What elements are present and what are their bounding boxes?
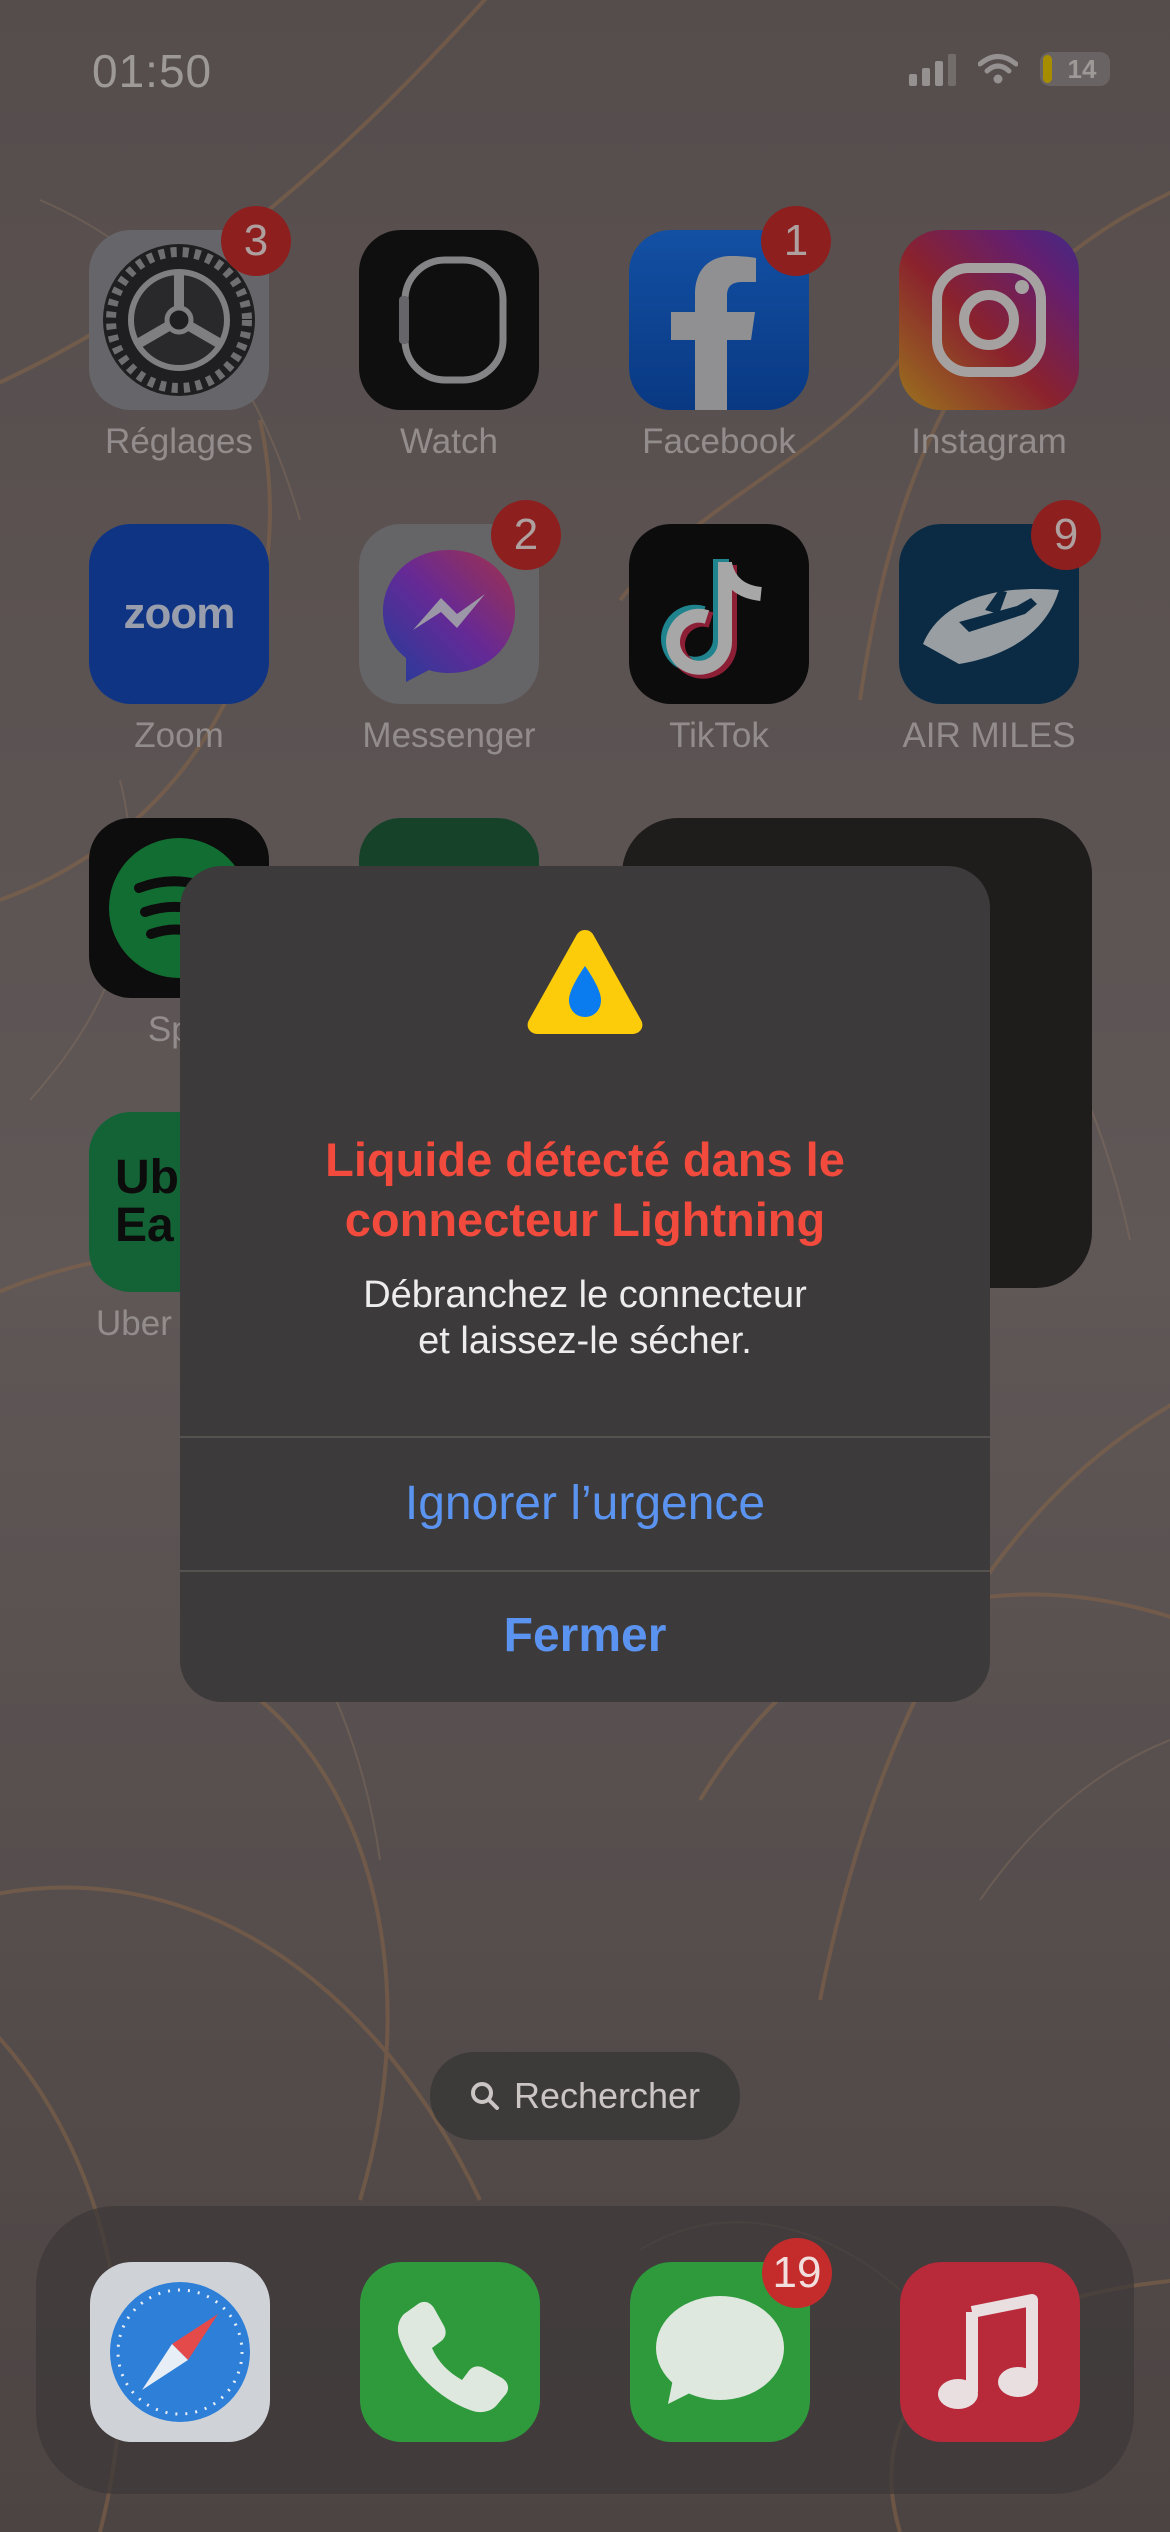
dock-music[interactable] <box>900 2262 1080 2442</box>
alert-message-line: Débranchez le connecteur <box>363 1274 807 1316</box>
close-button[interactable]: Fermer <box>180 1570 990 1702</box>
alert-title-line: connecteur Lightning <box>344 1193 826 1246</box>
alert-message: Débranchez le connecteur et laissez-le s… <box>180 1272 990 1364</box>
alert-title-line: Liquide détecté dans le <box>325 1133 845 1186</box>
dock: 19 <box>36 2206 1134 2494</box>
safari-icon <box>110 2282 250 2422</box>
search-label: Rechercher <box>513 2075 701 2116</box>
search-icon <box>470 2082 499 2110</box>
emergency-override-button[interactable]: Ignorer l’urgence <box>180 1438 990 1570</box>
dock-messages[interactable]: 19 <box>630 2238 832 2442</box>
alert-message-line: et laissez-le sécher. <box>418 1320 752 1362</box>
search-button[interactable]: Rechercher <box>430 2052 740 2140</box>
music-icon <box>938 2294 1038 2409</box>
alert-title: Liquide détecté dans le connecteur Light… <box>180 1130 990 1250</box>
badge: 19 <box>762 2238 832 2308</box>
dock-phone[interactable] <box>360 2262 540 2442</box>
dock-safari[interactable] <box>90 2262 270 2442</box>
phone-icon <box>397 2301 509 2413</box>
liquid-detection-alert: Liquide détecté dans le connecteur Light… <box>180 866 990 1702</box>
water-drop-warning-icon <box>527 930 643 1034</box>
